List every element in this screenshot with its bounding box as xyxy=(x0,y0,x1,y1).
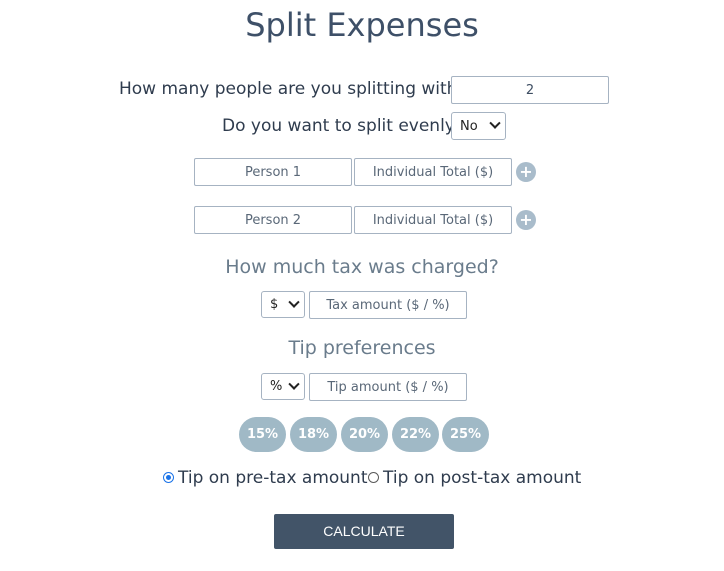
tip-preset-15-button[interactable]: 15% xyxy=(239,417,286,452)
tax-unit-select[interactable]: $ xyxy=(261,291,305,318)
tip-pre-tax-radio[interactable] xyxy=(163,472,174,483)
chevron-down-icon xyxy=(288,296,300,308)
chevron-down-icon xyxy=(288,378,300,390)
chevron-down-icon xyxy=(489,117,501,129)
tax-unit-value: $ xyxy=(270,297,279,312)
person-2-total-input[interactable] xyxy=(354,206,512,234)
tip-amount-input[interactable] xyxy=(309,373,467,401)
tip-preset-22-button[interactable]: 22% xyxy=(392,417,439,452)
calculate-button[interactable]: CALCULATE xyxy=(274,514,454,549)
people-count-input[interactable] xyxy=(451,76,609,104)
split-evenly-label: Do you want to split evenly? xyxy=(222,116,464,136)
tip-pre-tax-label[interactable]: Tip on pre-tax amount xyxy=(178,468,368,488)
tax-heading: How much tax was charged? xyxy=(225,256,499,278)
split-evenly-select[interactable]: No xyxy=(451,112,506,140)
tip-preset-18-button[interactable]: 18% xyxy=(290,417,337,452)
person-2-name-input[interactable] xyxy=(194,206,352,234)
person-1-name-input[interactable] xyxy=(194,158,352,186)
tip-unit-value: % xyxy=(270,379,283,394)
person-1-total-input[interactable] xyxy=(354,158,512,186)
split-evenly-value: No xyxy=(460,118,478,134)
tip-heading: Tip preferences xyxy=(288,337,436,359)
tax-amount-input[interactable] xyxy=(309,291,467,319)
tip-post-tax-radio[interactable] xyxy=(368,472,379,483)
person-1-add-button[interactable]: + xyxy=(516,162,536,182)
people-count-label: How many people are you splitting with? xyxy=(119,79,467,99)
tip-post-tax-label[interactable]: Tip on post-tax amount xyxy=(383,468,581,488)
person-2-add-button[interactable]: + xyxy=(516,210,536,230)
tip-unit-select[interactable]: % xyxy=(261,373,305,400)
tip-preset-20-button[interactable]: 20% xyxy=(341,417,388,452)
page-title: Split Expenses xyxy=(245,6,479,44)
tip-preset-25-button[interactable]: 25% xyxy=(442,417,489,452)
